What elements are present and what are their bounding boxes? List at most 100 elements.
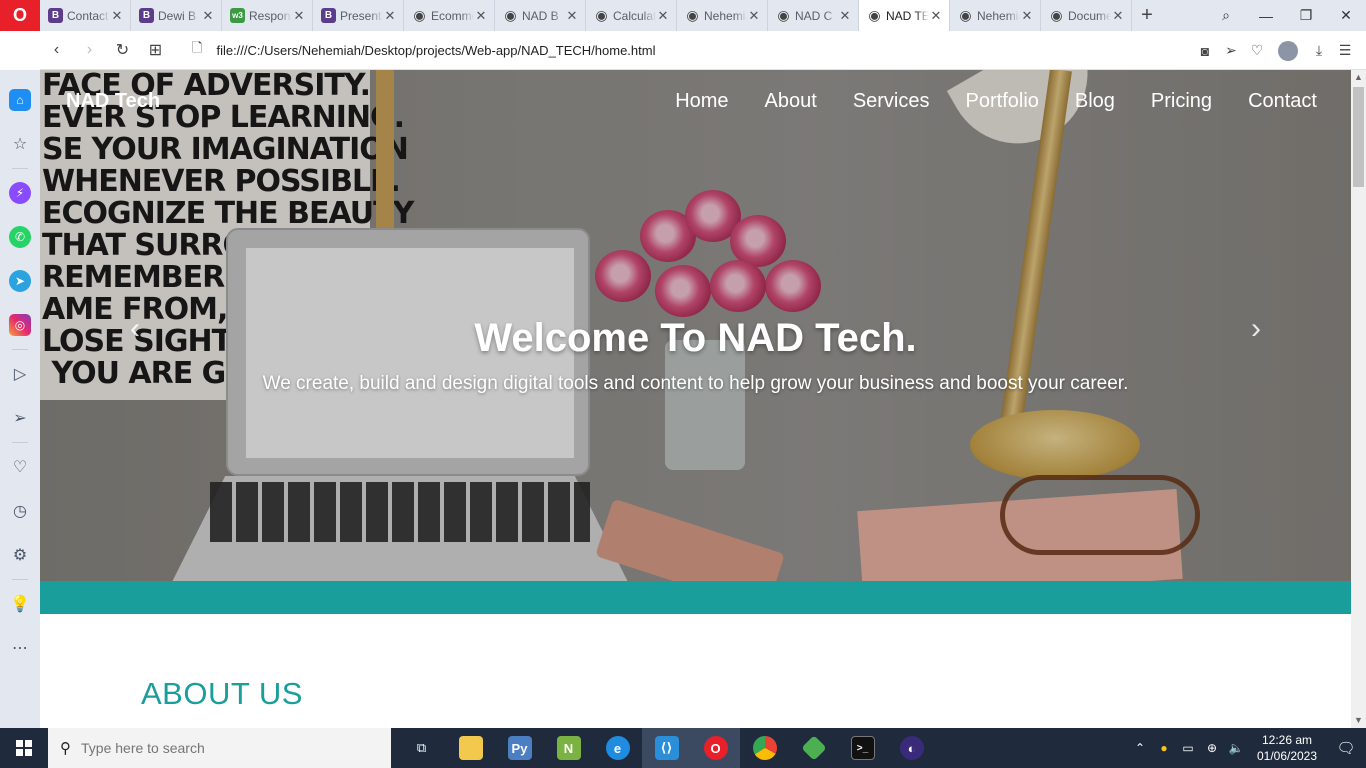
tab-close-icon[interactable]: ✕ [292, 8, 306, 24]
browser-tab[interactable]: B Dewi B ✕ [131, 0, 222, 31]
globe-icon: ◉ [777, 7, 790, 23]
tab-close-icon[interactable]: ✕ [929, 8, 943, 24]
browser-tab[interactable]: ◉ Nehemiah✕ [677, 0, 768, 31]
taskbar-clock[interactable]: 12:26 am 01/06/2023 [1248, 732, 1326, 764]
tab-title: Presentation [340, 8, 383, 23]
bootstrap-icon: B [48, 8, 63, 23]
heart-icon[interactable]: ♡ [1244, 42, 1270, 59]
page-scrollbar[interactable]: ▲ ▼ [1351, 70, 1366, 728]
nav-link-portfolio[interactable]: Portfolio [966, 90, 1039, 113]
battery-icon[interactable]: ▭ [1176, 741, 1200, 755]
history-clock-icon[interactable]: ◷ [9, 500, 31, 522]
browser-tab[interactable]: ◉ NAD C ✕ [768, 0, 859, 31]
search-input[interactable] [81, 740, 361, 756]
browser-tab[interactable]: w3 Responsive✕ [222, 0, 313, 31]
browser-tab[interactable]: ◉ Ecommerce✕ [404, 0, 495, 31]
opera-logo-icon[interactable]: O [0, 0, 40, 31]
close-window-button[interactable]: ✕ [1326, 7, 1366, 24]
network-icon[interactable]: ⊕ [1200, 741, 1224, 755]
browser-tab[interactable]: ◉ Calculator✕ [586, 0, 677, 31]
profile-avatar[interactable] [1278, 40, 1298, 61]
tab-close-icon[interactable]: ✕ [747, 8, 761, 24]
chrome-icon[interactable] [740, 728, 789, 768]
edge-icon[interactable]: e [593, 728, 642, 768]
tab-title: Calculator [613, 8, 656, 23]
globe-icon: ◉ [595, 7, 608, 23]
address-bar-actions: ◙ ➢ ♡ ⤓ ☰ [1192, 31, 1358, 70]
terminal-icon[interactable]: >_ [838, 728, 887, 768]
browser-tab[interactable]: ◉ NAD TECH✕ [859, 0, 950, 31]
sidebar-divider [12, 349, 28, 350]
download-icon[interactable]: ⤓ [1306, 42, 1332, 59]
tab-close-icon[interactable]: ✕ [565, 8, 579, 24]
messenger-icon[interactable]: ⚡ [9, 182, 31, 204]
easy-setup-icon[interactable]: ☰ [1332, 42, 1358, 59]
tab-close-icon[interactable]: ✕ [838, 8, 852, 24]
scroll-down-icon[interactable]: ▼ [1351, 713, 1366, 728]
volume-icon[interactable]: 🔈 [1224, 741, 1248, 755]
forward-button[interactable]: › [73, 41, 106, 59]
instagram-icon[interactable]: ◎ [9, 314, 31, 336]
nav-link-home[interactable]: Home [675, 90, 728, 113]
scroll-up-icon[interactable]: ▲ [1351, 70, 1366, 85]
restore-button[interactable]: ❐ [1286, 7, 1326, 24]
browser-tab[interactable]: B Presentation✕ [313, 0, 404, 31]
browser-tab[interactable]: B Contact ✕ [40, 0, 131, 31]
player-icon[interactable]: ▷ [9, 363, 31, 385]
home-icon[interactable]: ⌂ [9, 89, 31, 111]
tab-close-icon[interactable]: ✕ [383, 8, 397, 24]
hero-subtitle: We create, build and design digital tool… [262, 373, 1129, 394]
url-field[interactable]: file:///C:/Users/Nehemiah/Desktop/projec… [216, 43, 655, 58]
tab-search-icon[interactable]: ⌕ [1206, 7, 1246, 24]
tab-close-icon[interactable]: ✕ [1020, 8, 1034, 24]
speed-dial-icon[interactable]: ⊞ [139, 40, 172, 60]
windows-logo-icon [16, 740, 32, 756]
nav-link-contact[interactable]: Contact [1248, 90, 1317, 113]
globe-icon: ◉ [686, 7, 699, 23]
file-explorer-icon[interactable] [446, 728, 495, 768]
task-view-button[interactable]: ⧉ [397, 728, 446, 768]
tab-close-icon[interactable]: ✕ [201, 8, 215, 24]
minimize-button[interactable]: — [1246, 8, 1286, 24]
settings-gear-icon[interactable]: ⚙ [9, 544, 31, 566]
taskbar-search[interactable]: ⚲ [48, 728, 391, 768]
window-controls: ⌕ — ❐ ✕ [1206, 0, 1366, 31]
tab-close-icon[interactable]: ✕ [656, 8, 670, 24]
star-icon[interactable]: ☆ [9, 133, 31, 155]
new-tab-button[interactable]: + [1132, 0, 1162, 31]
telegram-icon[interactable]: ➤ [9, 270, 31, 292]
more-icon[interactable]: ⋯ [9, 637, 31, 659]
snapshot-icon[interactable]: ◙ [1192, 43, 1218, 59]
browser-tab[interactable]: ◉ Document✕ [1041, 0, 1132, 31]
notepad-plus-icon[interactable]: N [544, 728, 593, 768]
nav-link-services[interactable]: Services [853, 90, 930, 113]
tab-close-icon[interactable]: ✕ [110, 8, 124, 24]
bookmarks-heart-icon[interactable]: ♡ [9, 456, 31, 478]
back-button[interactable]: ‹ [40, 41, 73, 59]
browser-tab[interactable]: ◉ Nehemiah✕ [950, 0, 1041, 31]
nav-link-pricing[interactable]: Pricing [1151, 90, 1212, 113]
send-icon[interactable]: ➢ [1218, 42, 1244, 59]
tips-lightbulb-icon[interactable]: 💡 [9, 593, 31, 615]
browser-tab[interactable]: ◉ NAD B ✕ [495, 0, 586, 31]
opera-icon[interactable]: O [691, 728, 740, 768]
start-button[interactable] [0, 728, 48, 768]
globe-icon: ◉ [868, 7, 881, 23]
scroll-thumb[interactable] [1353, 87, 1364, 187]
search-icon: ⚲ [60, 740, 71, 757]
flow-icon[interactable]: ➢ [9, 407, 31, 429]
whatsapp-icon[interactable]: ✆ [9, 226, 31, 248]
reload-button[interactable]: ↻ [106, 40, 139, 60]
vscode-icon[interactable]: ⟨⟩ [642, 728, 691, 768]
nav-link-blog[interactable]: Blog [1075, 90, 1115, 113]
tab-close-icon[interactable]: ✕ [474, 8, 488, 24]
tray-app-icon[interactable]: ● [1152, 741, 1176, 755]
tab-close-icon[interactable]: ✕ [1111, 8, 1125, 24]
eclipse-icon[interactable]: ◐ [887, 728, 936, 768]
chevron-up-icon[interactable]: ⌃ [1128, 741, 1152, 755]
site-brand[interactable]: NAD Tech [66, 90, 160, 113]
git-icon[interactable] [789, 728, 838, 768]
notifications-icon[interactable]: 🗨 [1326, 739, 1366, 757]
python-idle-icon[interactable]: Py [495, 728, 544, 768]
nav-link-about[interactable]: About [765, 90, 817, 113]
